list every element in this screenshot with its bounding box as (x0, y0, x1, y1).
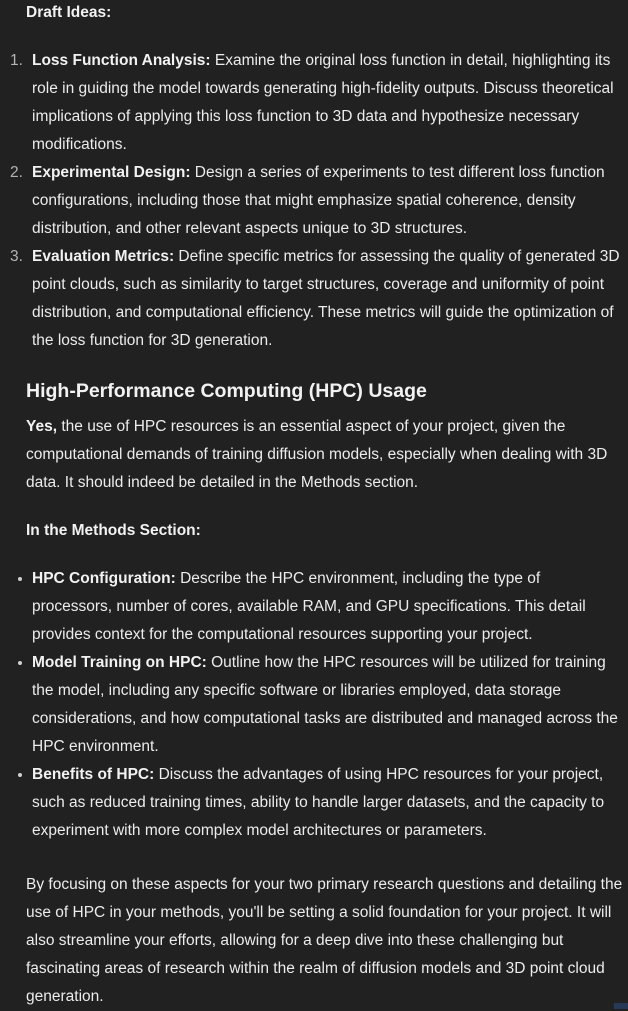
methods-heading: In the Methods Section: (26, 522, 201, 539)
closing-paragraph: By focusing on these aspects for your tw… (26, 876, 623, 1005)
bullet-icon (18, 661, 22, 665)
list-item: 2. Experimental Design: Design a series … (10, 159, 624, 243)
item-title: Loss Function Analysis: (32, 52, 211, 69)
item-title: Evaluation Metrics: (32, 248, 175, 265)
hpc-section-heading: High-Performance Computing (HPC) Usage (26, 380, 427, 402)
item-title: Benefits of HPC: (32, 766, 155, 783)
list-item: 1. Loss Function Analysis: Examine the o… (10, 47, 624, 159)
hpc-intro-paragraph: Yes, the use of HPC resources is an esse… (26, 413, 624, 497)
list-number: 1. (10, 52, 23, 69)
item-title: HPC Configuration: (32, 570, 176, 587)
list-item: Benefits of HPC: Discuss the advantages … (18, 761, 624, 845)
list-item: HPC Configuration: Describe the HPC envi… (18, 565, 624, 649)
list-item: Model Training on HPC: Outline how the H… (18, 649, 624, 761)
list-number: 3. (10, 248, 23, 265)
hpc-intro-bold: Yes, (26, 418, 58, 435)
draft-ideas-list: 1. Loss Function Analysis: Examine the o… (10, 47, 624, 355)
methods-list: HPC Configuration: Describe the HPC envi… (18, 565, 624, 845)
bullet-icon (18, 577, 22, 581)
bullet-icon (18, 773, 22, 777)
scroll-indicator (614, 1003, 628, 1009)
chat-message-content: Draft Ideas: 1. Loss Function Analysis: … (10, 0, 624, 1011)
item-title: Model Training on HPC: (32, 654, 207, 671)
draft-ideas-heading: Draft Ideas: (26, 4, 112, 21)
item-title: Experimental Design: (32, 164, 191, 181)
list-item: 3. Evaluation Metrics: Define specific m… (10, 243, 624, 355)
list-number: 2. (10, 164, 23, 181)
hpc-intro-text: the use of HPC resources is an essential… (26, 418, 608, 491)
